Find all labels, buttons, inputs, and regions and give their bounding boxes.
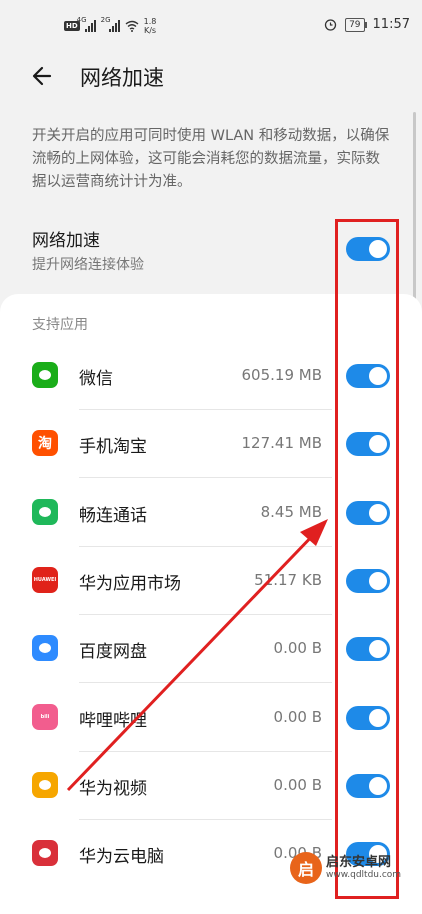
watermark: 启 启东安卓网 www.qdltdu.com xyxy=(290,852,401,884)
app-header: 网络加速 xyxy=(0,52,422,102)
app-name: 哔哩哔哩 xyxy=(79,710,147,731)
network-speed: 1.8 K/s xyxy=(144,17,157,35)
app-name: 微信 xyxy=(79,369,113,389)
signal-icon: 4G xyxy=(77,16,96,32)
status-left: HD 4G 2G 1.8 K/s xyxy=(64,16,157,35)
watermark-logo: 启 xyxy=(290,852,322,884)
speed-unit: K/s xyxy=(143,26,157,35)
app-name: 华为云电脑 xyxy=(79,847,164,868)
app-name: 畅连通话 xyxy=(79,505,147,526)
battery-icon: 79 xyxy=(345,17,368,32)
watermark-title: 启东安卓网 xyxy=(326,855,392,870)
app-data-usage: 127.41 MB xyxy=(241,434,323,453)
appgallery-icon: HUAWEI xyxy=(32,566,58,593)
app-name: 百度网盘 xyxy=(79,642,147,663)
back-arrow-icon[interactable] xyxy=(30,62,58,90)
app-name: 手机淘宝 xyxy=(79,437,147,458)
network-type-label: 2G xyxy=(100,16,111,24)
app-data-usage: 0.00 B xyxy=(273,707,322,726)
app-icon-text: HUAWEI xyxy=(33,576,57,583)
app-data-usage: 8.45 MB xyxy=(260,502,322,521)
wifi-icon xyxy=(125,20,139,32)
clock: 11:57 xyxy=(372,17,410,32)
status-right: 79 11:57 xyxy=(324,17,410,32)
app-data-usage: 51.17 KB xyxy=(254,570,322,589)
app-data-usage: 605.19 MB xyxy=(241,366,323,384)
status-bar: HD 4G 2G 1.8 K/s 79 11:57 xyxy=(0,0,422,52)
app-name: 华为视频 xyxy=(79,778,147,799)
setting-subtitle: 提升网络连接体验 xyxy=(32,257,144,273)
app-icon-text: 淘 xyxy=(38,436,52,453)
network-type-label: 4G xyxy=(76,16,87,24)
app-data-usage: 0.00 B xyxy=(273,775,322,794)
highlight-box xyxy=(335,219,399,899)
signal-icon: 2G xyxy=(101,16,120,32)
speed-value: 1.8 xyxy=(143,17,157,26)
app-name: 华为应用市场 xyxy=(79,573,181,594)
watermark-url: www.qdltdu.com xyxy=(326,870,402,880)
description-text: 开关开启的应用可同时使用 WLAN 和移动数据，以确保流畅的上网体验，这可能会消… xyxy=(32,128,390,190)
bilibili-icon: bili xyxy=(32,703,58,730)
wechat-icon xyxy=(32,362,58,388)
page-title: 网络加速 xyxy=(80,66,164,90)
app-data-usage: 0.00 B xyxy=(273,639,322,658)
meetime-icon xyxy=(32,498,58,525)
setting-title: 网络加速 xyxy=(32,231,100,251)
taobao-icon: 淘 xyxy=(32,430,58,457)
section-header: 支持应用 xyxy=(32,317,88,333)
huawei-video-icon xyxy=(32,771,58,798)
baidu-netdisk-icon xyxy=(32,635,58,662)
cloud-pc-icon xyxy=(32,840,58,867)
app-icon-text: bili xyxy=(40,713,50,720)
alarm-icon xyxy=(324,19,337,31)
